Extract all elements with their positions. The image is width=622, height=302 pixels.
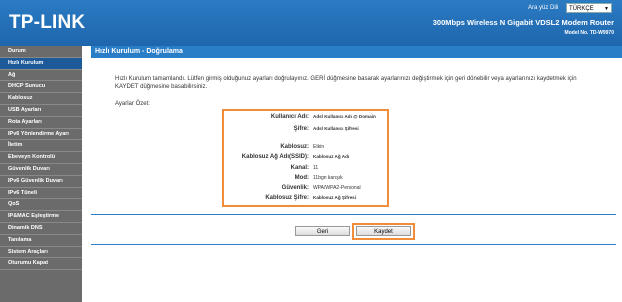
chevron-down-icon: ▼	[604, 6, 609, 12]
sidebar-item-rota-ayarlari[interactable]: Rota Ayarları	[0, 117, 82, 129]
summary-row-mode: Mod: 11bgn karışık	[224, 174, 391, 182]
language-value: TÜRKÇE	[569, 6, 594, 12]
mode-label: Mod:	[294, 175, 309, 181]
sidebar-item-tanilama[interactable]: Tanılama	[0, 235, 82, 247]
summary-row-wireless: Kablosuz: Etkin	[224, 143, 391, 151]
security-label: Güvenlik:	[281, 185, 309, 191]
save-button[interactable]: Kaydet	[356, 226, 411, 236]
divider-bottom	[91, 244, 616, 245]
sidebar-item-qos[interactable]: QoS	[0, 199, 82, 212]
brand-logo: TP-LINK	[9, 12, 86, 33]
model-number: Model No. TD-W9970	[564, 30, 614, 36]
sidebar-nav: Durum Hızlı Kurulum Ağ DHCP Sunucu Kablo…	[0, 46, 82, 302]
wireless-value: Etkin	[313, 144, 325, 150]
sidebar-item-usb-ayarlari[interactable]: USB Ayarları	[0, 105, 82, 117]
sidebar-item-ipv6-guvenlik-duvari[interactable]: IPv6 Güvenlik Duvarı	[0, 176, 82, 188]
channel-value: 11	[313, 165, 319, 171]
language-label: Ara yüz Dili	[528, 5, 559, 11]
sidebar-item-ebeveyn-kontrolu[interactable]: Ebeveyn Kontrolü	[0, 152, 82, 164]
product-title: 300Mbps Wireless N Gigabit VDSL2 Modem R…	[432, 18, 614, 27]
username-value: Adsl Kullanıcı Adı @ Domain	[313, 114, 376, 119]
settings-summary-box: Kullanıcı Adı: Adsl Kullanıcı Adı @ Doma…	[222, 109, 389, 207]
language-select[interactable]: TÜRKÇE ▼	[566, 3, 612, 13]
summary-label: Ayarlar Özet:	[115, 101, 150, 107]
summary-row-channel: Kanal: 11	[224, 164, 391, 172]
sidebar-item-dinamik-dns[interactable]: Dinamik DNS	[0, 223, 82, 235]
sidebar-item-kablosuz[interactable]: Kablosuz	[0, 93, 82, 105]
sidebar-item-ipv6-tuneli[interactable]: IPv6 Tüneli	[0, 188, 82, 200]
page-title: Hızlı Kurulum - Doğrulama	[91, 46, 622, 58]
summary-row-wifi-password: Kablosuz Şifre: Kablosuz Ağ Şifresi	[224, 194, 391, 202]
header-bar: TP-LINK Ara yüz Dili TÜRKÇE ▼ 300Mbps Wi…	[0, 0, 622, 46]
wifi-password-value: Kablosuz Ağ Şifresi	[313, 195, 356, 200]
summary-row-ssid: Kablosuz Ağ Adı(SSID): Kablosuz Ağ Adı	[224, 153, 391, 161]
sidebar-item-hizli-kurulum[interactable]: Hızlı Kurulum	[0, 57, 82, 70]
back-button[interactable]: Geri	[295, 226, 350, 236]
channel-label: Kanal:	[290, 165, 309, 171]
sidebar-item-sistem-araclari[interactable]: Sistem Araçları	[0, 247, 82, 259]
wireless-label: Kablosuz:	[280, 144, 309, 150]
ssid-value: Kablosuz Ağ Adı	[313, 154, 350, 159]
sidebar-item-ag[interactable]: Ağ	[0, 70, 82, 82]
divider-top	[91, 214, 616, 215]
wifi-password-label: Kablosuz Şifre:	[265, 195, 309, 201]
username-label: Kullanıcı Adı:	[270, 114, 309, 120]
summary-row-password: Şifre: Adsl Kullanıcı Şifresi	[224, 125, 391, 133]
password-value: Adsl Kullanıcı Şifresi	[313, 126, 359, 131]
sidebar-item-ipv6-yonlendirme[interactable]: IPv6 Yönlendirme Ayarı	[0, 129, 82, 141]
sidebar-item-guvenlik-duvari[interactable]: Güvenlik Duvarı	[0, 164, 82, 176]
sidebar-item-dhcp-sunucu[interactable]: DHCP Sunucu	[0, 81, 82, 94]
summary-row-security: Güvenlik: WPA/WPA2-Personal	[224, 184, 391, 192]
mode-value: 11bgn karışık	[313, 175, 343, 181]
security-value: WPA/WPA2-Personal	[313, 185, 361, 191]
ssid-label: Kablosuz Ağ Adı(SSID):	[241, 154, 309, 160]
sidebar-item-iletim[interactable]: İletim	[0, 140, 82, 153]
sidebar-item-oturumu-kapat[interactable]: Oturumu Kapat	[0, 258, 82, 271]
sidebar-item-durum[interactable]: Durum	[0, 46, 82, 58]
intro-text: Hızlı Kurulum tamamlandı. Lütfen girmiş …	[115, 76, 577, 90]
summary-row-username: Kullanıcı Adı: Adsl Kullanıcı Adı @ Doma…	[224, 113, 391, 121]
sidebar-item-ip-mac-eslestirme[interactable]: IP&MAC Eşleştirme	[0, 211, 82, 223]
password-label: Şifre:	[293, 126, 309, 132]
